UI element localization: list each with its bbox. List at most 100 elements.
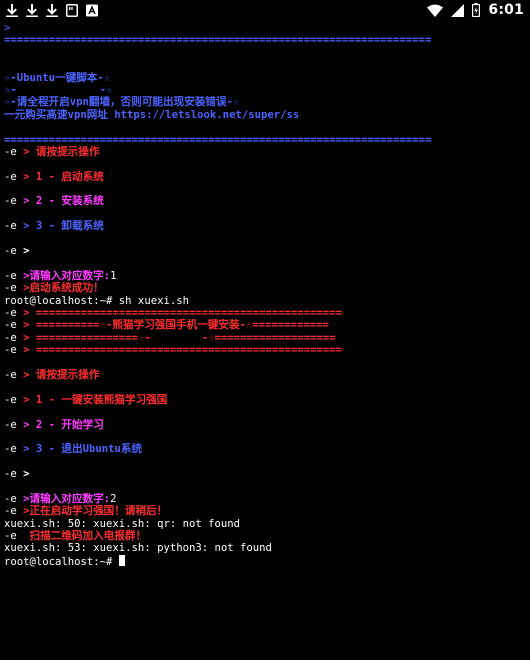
terminal-text: -e: [4, 393, 24, 406]
terminal-text: root@localhost:~#: [4, 555, 119, 568]
terminal-text: -e: [4, 220, 24, 233]
terminal-line: -e >请输入对应数字:1: [4, 270, 526, 282]
battery-charging-icon: [472, 3, 481, 17]
terminal-line: xuexi.sh: 53: xuexi.sh: python3: not fou…: [4, 542, 526, 554]
terminal-text: ========================================…: [4, 34, 432, 47]
terminal-line: -e >: [4, 245, 526, 257]
terminal-line: -e > 2 - 开始学习: [4, 419, 526, 431]
terminal-text: > 2 - 开始学习: [23, 418, 104, 431]
terminal-text: -e: [4, 269, 24, 282]
terminal-line: xuexi.sh: 50: xuexi.sh: qr: not found: [4, 518, 526, 530]
terminal-line: ☆-Ubuntu一键脚本-☆: [4, 72, 526, 84]
terminal-text: -e: [4, 492, 24, 505]
cell-signal-icon: [451, 3, 465, 17]
terminal-text: -e: [4, 170, 24, 183]
download-icon: [46, 3, 58, 17]
download-icon: [26, 3, 38, 17]
clock: 6:01: [488, 2, 524, 18]
status-bar: 6:01: [0, 0, 530, 20]
terminal-text: >: [23, 245, 30, 258]
terminal-text: > 请按提示操作: [23, 368, 100, 381]
terminal-line: -e >启动系统成功！: [4, 282, 526, 294]
terminal-line: -e > 2 - 安装系统: [4, 195, 526, 207]
terminal-text: -e: [4, 443, 24, 456]
terminal-text: -e: [4, 195, 24, 208]
terminal-text: >: [4, 22, 11, 34]
terminal-line: ☆-请全程开启vpn翻墙，否则可能出现安装错误-☆: [4, 96, 526, 108]
terminal-text: > 3 - 退出Ubuntu系统: [23, 443, 143, 456]
terminal-text: >正在启动学习强国！请稍后！: [23, 505, 168, 518]
terminal-line: root@localhost:~#: [4, 554, 526, 568]
terminal-line: -e 扫描二维码加入电报群！: [4, 530, 526, 542]
terminal-text: -e: [4, 145, 24, 158]
terminal-text: -e: [4, 245, 24, 258]
terminal-line: -e > 1 - 一键安装熊猫学习强国: [4, 394, 526, 406]
terminal-text: -e: [4, 530, 24, 543]
terminal-text: -e: [4, 306, 24, 319]
terminal-line: -e > ==========☆-熊猫学习强国手机一键安装-☆=========…: [4, 319, 526, 331]
terminal-text: > 1 - 一键安装熊猫学习强国: [23, 393, 168, 406]
terminal-text: ☆-Ubuntu一键脚本-☆: [4, 71, 111, 84]
terminal-text: 1: [110, 269, 117, 282]
terminal-line: -e >正在启动学习强国！请稍后！: [4, 505, 526, 517]
terminal-line: -e > ===================================…: [4, 344, 526, 356]
terminal-line: -e > 1 - 启动系统: [4, 171, 526, 183]
terminal-line: -e > 请按提示操作: [4, 146, 526, 158]
terminal-text: root@localhost:~# sh xuexi.sh: [4, 294, 189, 307]
terminal-text: > ======================================…: [23, 344, 343, 357]
terminal-text: -e: [4, 344, 24, 357]
download-icon: [6, 3, 18, 17]
system-icons: 6:01: [427, 2, 524, 18]
terminal-text: > 2 - 安装系统: [23, 195, 104, 208]
terminal-text: > 3 - 卸载系统: [23, 220, 104, 233]
terminal-text: > 请按提示操作: [23, 145, 100, 158]
terminal-line: 一元购买高速vpn网址 https://letslook.net/super/s…: [4, 109, 526, 121]
terminal-text: 2: [110, 492, 117, 505]
terminal-text: > 1 - 启动系统: [23, 170, 104, 183]
terminal-text: ☆-请全程开启vpn翻墙，否则可能出现安装错误-☆: [4, 96, 240, 109]
terminal-text: -e: [4, 368, 24, 381]
terminal-line: -e > 3 - 卸载系统: [4, 220, 526, 232]
terminal-line: -e > ================☆- -☆==============…: [4, 332, 526, 344]
terminal-text: >启动系统成功！: [23, 282, 104, 295]
terminal-line: -e >请输入对应数字:2: [4, 493, 526, 505]
terminal-line: ☆- -☆: [4, 84, 526, 96]
terminal-text: >请输入对应数字:: [23, 269, 111, 282]
wifi-icon: [427, 4, 444, 17]
terminal-text: 扫描二维码加入电报群！: [23, 530, 147, 543]
terminal-text: -e: [4, 331, 24, 344]
terminal-line: ========================================…: [4, 34, 526, 46]
terminal-text: -e: [4, 319, 24, 332]
terminal-text: -e: [4, 505, 24, 518]
terminal-text: -e: [4, 418, 24, 431]
terminal-text: -e: [4, 282, 24, 295]
terminal-text: xuexi.sh: 53: xuexi.sh: python3: not fou…: [4, 542, 272, 555]
terminal-line: -e >: [4, 468, 526, 480]
text-input-icon: [86, 4, 98, 17]
terminal-text: > ================☆- -☆=================…: [23, 331, 336, 344]
terminal-line: ========================================…: [4, 134, 526, 146]
terminal-text: ☆- -☆: [4, 83, 113, 96]
terminal-text: -e: [4, 468, 24, 481]
terminal-text: xuexi.sh: 50: xuexi.sh: qr: not found: [4, 517, 240, 530]
terminal-line: -e > 请按提示操作: [4, 369, 526, 381]
sd-card-icon: [66, 3, 78, 17]
terminal-line: -e > ===================================…: [4, 307, 526, 319]
terminal-text: ========================================…: [4, 133, 432, 146]
terminal-text: 一元购买高速vpn网址 https://letslook.net/super/s…: [4, 108, 300, 121]
terminal-output[interactable]: > =======================================…: [4, 22, 526, 654]
terminal-text: > ======================================…: [23, 306, 343, 319]
terminal-line: >: [4, 22, 526, 34]
